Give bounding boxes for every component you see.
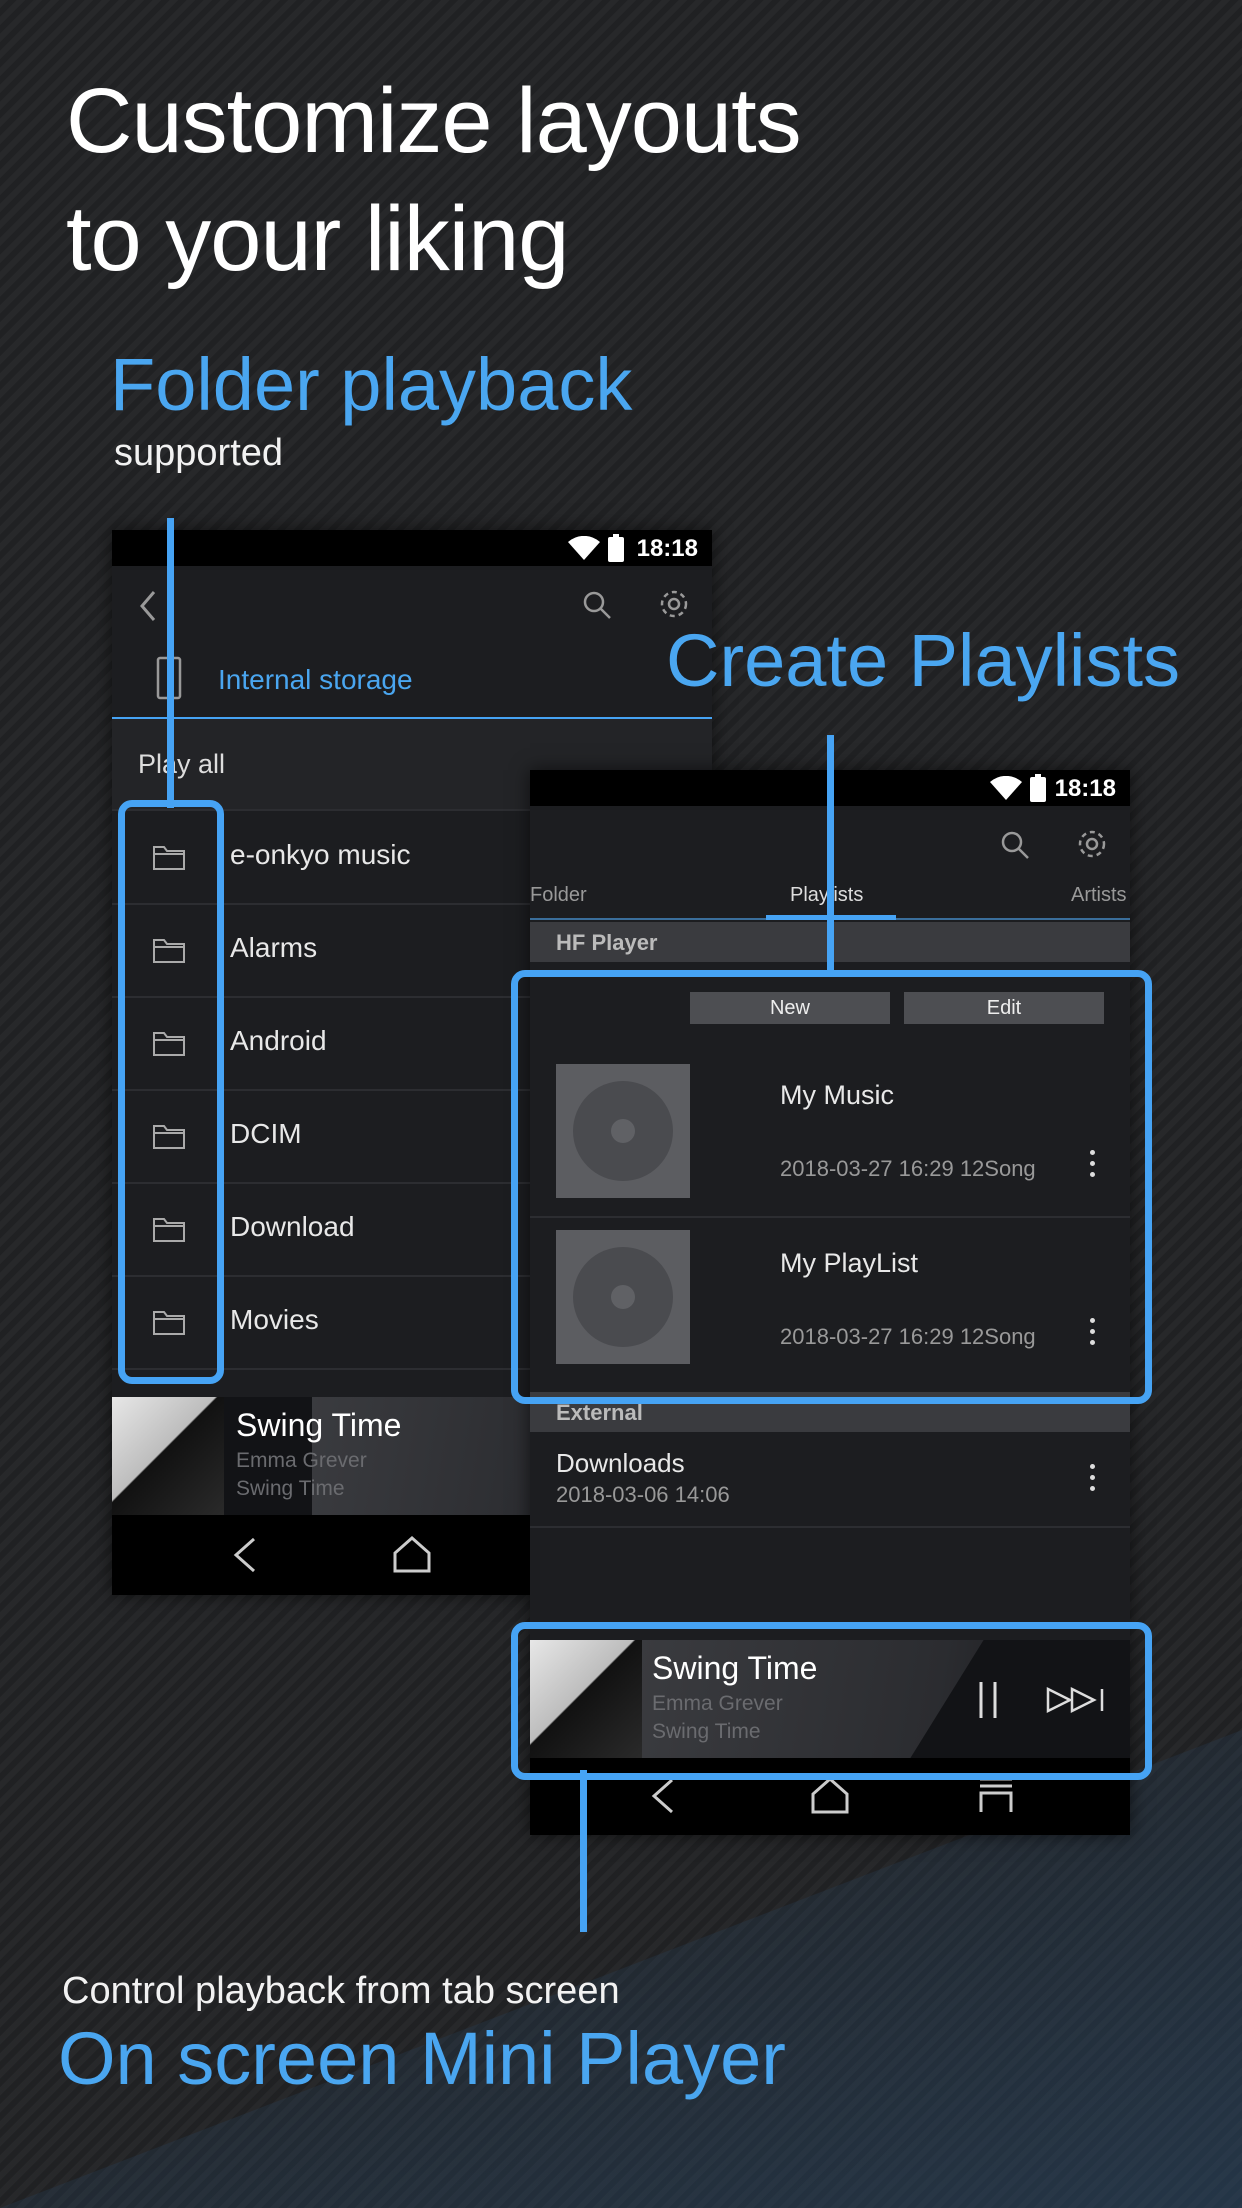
folder-callout-line [167,518,174,808]
storage-label[interactable]: Internal storage [218,664,413,696]
gear-icon[interactable] [658,588,690,620]
kebab-menu-icon[interactable] [1090,1464,1096,1497]
battery-icon [1030,774,1046,802]
folder-icons-highlight [118,800,224,1384]
search-icon[interactable] [1000,830,1030,860]
section-hf-label: HF Player [556,930,658,955]
back-icon[interactable] [138,590,158,622]
playlist-callout-title: Create Playlists [666,619,1181,702]
battery-icon [608,534,624,562]
mini-callout-subtitle: Control playback from tab screen [62,1970,620,2012]
folder-callout-title: Folder playback [110,343,633,426]
tab-folder[interactable]: Folder [530,884,587,907]
playlists-highlight [511,970,1152,1404]
mini-player-artist: Emma Grever [236,1449,367,1472]
mini-player-highlight [511,1622,1152,1780]
headline-line2: to your liking [66,188,569,290]
external-name: Downloads [556,1448,685,1478]
wifi-icon [990,776,1022,800]
folder-callout-subtitle: supported [114,432,284,474]
headline: Customize layouts to your liking [66,62,802,298]
mini-callout-line [580,1770,587,1932]
tab-artists[interactable]: Artists [1071,884,1127,907]
external-meta: 2018-03-06 14:06 [556,1482,730,1507]
mini-player-album: Swing Time [236,1477,345,1500]
folder-label: DCIM [230,1118,302,1149]
nav-recents-icon[interactable] [978,1776,1014,1814]
status-time: 18:18 [1054,775,1116,802]
nav-back-icon[interactable] [232,1537,258,1573]
status-time: 18:18 [636,535,698,562]
folder-label: e-onkyo music [230,839,411,870]
nav-back-icon[interactable] [650,1778,676,1814]
play-all-label: Play all [138,749,226,779]
wifi-icon [568,536,600,560]
mini-callout-title: On screen Mini Player [58,2017,786,2100]
nav-home-icon[interactable] [392,1535,432,1573]
folder-label: Alarms [230,932,318,963]
mini-player-title: Swing Time [236,1407,402,1443]
headline-line1: Customize layouts [66,70,802,172]
status-bar: 18:18 [112,530,712,566]
gear-icon[interactable] [1076,828,1108,860]
search-icon[interactable] [582,590,612,620]
nav-home-icon[interactable] [810,1776,850,1814]
playlist-callout-line [827,735,834,975]
folder-label: Android [230,1025,327,1056]
folder-label: Movies [230,1304,319,1335]
external-row[interactable]: Downloads 2018-03-06 14:06 [530,1432,1130,1528]
folder-label: Download [230,1211,355,1242]
album-art [112,1397,224,1515]
